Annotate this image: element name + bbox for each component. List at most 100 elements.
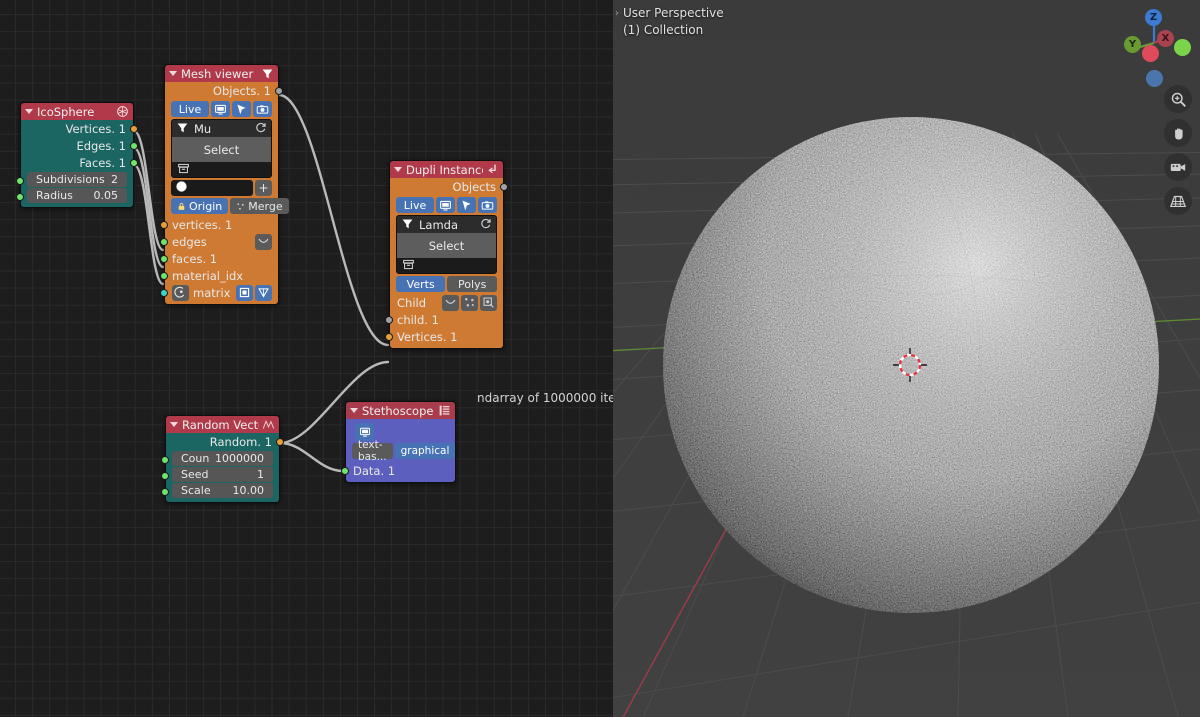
socket-dot[interactable]	[130, 124, 138, 133]
node-editor[interactable]: IcoSphere Vertices. 1 Edges. 1 Faces. 1	[0, 0, 613, 717]
gizmo-axis-x[interactable]: X	[1157, 30, 1174, 47]
prop-seed[interactable]: Seed 1	[172, 467, 273, 482]
gizmo-axis-y[interactable]: Y	[1124, 36, 1141, 53]
add-material-button[interactable]: +	[255, 180, 272, 196]
matrix-icon[interactable]	[172, 284, 189, 301]
socket-dot[interactable]	[160, 254, 168, 263]
socket-dot[interactable]	[16, 177, 24, 185]
prop-scale[interactable]: Scale 10.00	[172, 483, 273, 498]
merge-button[interactable]: Merge	[230, 198, 289, 214]
node-stethoscope[interactable]: Stethoscope M... text-bas... graphical	[341, 401, 456, 483]
cursor-icon[interactable]	[232, 101, 251, 117]
socket-dot[interactable]	[130, 141, 138, 150]
socket-dot[interactable]	[341, 466, 349, 475]
node-random-vector[interactable]: Random Vector Random. 1 Coun 1000000	[161, 415, 284, 503]
scatter-icon[interactable]	[461, 294, 478, 311]
output-socket-row[interactable]: Objects. 1	[165, 82, 283, 99]
dropdown-footer[interactable]	[172, 162, 271, 177]
input-socket-row[interactable]: material_idx	[160, 267, 278, 284]
socket-dot[interactable]	[275, 86, 283, 95]
input-socket-row[interactable]: matrix	[160, 284, 278, 301]
node-header[interactable]: IcoSphere	[21, 103, 133, 120]
socket-dot[interactable]	[160, 288, 168, 297]
camera-icon[interactable]	[253, 101, 272, 117]
input-socket-row[interactable]: child. 1	[385, 311, 503, 328]
input-socket-row[interactable]: vertices. 1	[160, 216, 278, 233]
gizmo-axis-neg-z[interactable]	[1146, 70, 1163, 87]
monitor-icon[interactable]	[211, 101, 230, 117]
dropdown-header[interactable]: Lamda	[397, 216, 496, 233]
grid-icon[interactable]	[1164, 187, 1192, 215]
text-based-button[interactable]: text-bas...	[352, 439, 393, 463]
socket-dot[interactable]	[385, 315, 393, 324]
input-socket-row[interactable]: faces. 1	[160, 250, 278, 267]
socket-dot[interactable]	[161, 488, 169, 496]
prop-subdivisions[interactable]: Subdivisions 2	[27, 172, 127, 187]
live-button[interactable]: Live	[396, 197, 434, 213]
collapse-triangle-icon[interactable]	[170, 422, 178, 427]
triangle-icon[interactable]	[255, 284, 272, 301]
zoom-icon[interactable]	[1164, 85, 1192, 113]
collapse-triangle-icon[interactable]	[25, 109, 33, 114]
output-socket-row[interactable]: Random. 1	[166, 433, 284, 450]
monitor-icon[interactable]	[436, 197, 455, 213]
socket-dot[interactable]	[276, 437, 284, 446]
refresh-icon[interactable]	[479, 217, 492, 233]
node-header[interactable]: Random Vector	[166, 416, 279, 433]
origin-button[interactable]: Origin	[171, 198, 229, 214]
archive-icon[interactable]	[402, 258, 415, 274]
gizmo-axis-z[interactable]: Z	[1145, 9, 1162, 26]
output-socket-row[interactable]: Edges. 1	[21, 137, 138, 154]
graphical-button[interactable]: graphical	[394, 443, 456, 459]
curve-icon[interactable]	[442, 294, 459, 311]
output-socket-row[interactable]: Faces. 1	[21, 154, 138, 171]
socket-dot[interactable]	[130, 158, 138, 167]
cursor-icon[interactable]	[457, 197, 476, 213]
socket-dot[interactable]	[161, 456, 169, 464]
output-socket-row[interactable]: Vertices. 1	[21, 120, 138, 137]
node-header[interactable]: Mesh viewer	[165, 65, 278, 82]
verts-button[interactable]: Verts	[396, 276, 446, 292]
prop-count[interactable]: Coun 1000000	[172, 451, 273, 466]
socket-dot[interactable]	[160, 220, 168, 229]
pick-icon[interactable]	[480, 294, 497, 311]
archive-icon[interactable]	[177, 162, 190, 178]
node-header[interactable]: Stethoscope M...	[346, 402, 455, 419]
navigation-gizmo[interactable]: Z X Y	[1116, 5, 1192, 87]
dropdown-footer[interactable]	[397, 258, 496, 273]
node-dupli-instancer[interactable]: Dupli Instancer Objects Live	[385, 160, 508, 349]
3d-viewport[interactable]: › User Perspective (1) Collection Z X Y	[613, 0, 1200, 717]
select-button[interactable]: Select	[172, 137, 271, 162]
lamda-dropdown[interactable]: Lamda Select	[396, 215, 497, 274]
socket-dot[interactable]	[160, 271, 168, 280]
input-socket-row[interactable]: edges	[160, 233, 278, 250]
camera-icon[interactable]	[478, 197, 497, 213]
live-button[interactable]: Live	[171, 101, 209, 117]
object-dropdown[interactable]: Mu Select	[171, 119, 272, 178]
output-socket-row[interactable]: Objects	[390, 178, 508, 195]
socket-dot[interactable]	[385, 332, 393, 341]
input-socket-row[interactable]: Vertices. 1	[385, 328, 503, 345]
input-socket-row[interactable]: Data. 1	[341, 462, 455, 479]
node-mesh-viewer[interactable]: Mesh viewer Objects. 1 Live Mu Select + …	[160, 64, 289, 305]
hand-icon[interactable]	[1164, 119, 1192, 147]
node-header[interactable]: Dupli Instancer	[390, 161, 503, 178]
socket-dot[interactable]	[161, 472, 169, 480]
prop-radius[interactable]: Radius 0.05	[27, 188, 127, 203]
dropdown-header[interactable]: Mu	[172, 120, 271, 137]
material-field[interactable]	[171, 180, 253, 196]
refresh-icon[interactable]	[254, 121, 267, 137]
gizmo-axis-neg-x[interactable]	[1142, 45, 1159, 62]
socket-dot[interactable]	[16, 193, 24, 201]
select-button[interactable]: Select	[397, 233, 496, 258]
square-icon[interactable]	[236, 284, 253, 301]
collapse-triangle-icon[interactable]	[169, 71, 177, 76]
socket-dot[interactable]	[160, 237, 168, 246]
camera-icon[interactable]	[1164, 153, 1192, 181]
socket-dot[interactable]	[500, 182, 508, 191]
polys-button[interactable]: Polys	[447, 276, 498, 292]
node-icosphere[interactable]: IcoSphere Vertices. 1 Edges. 1 Faces. 1	[16, 102, 138, 208]
collapse-triangle-icon[interactable]	[350, 408, 358, 413]
curve-icon[interactable]	[255, 233, 272, 250]
gizmo-axis-neg-y[interactable]	[1174, 39, 1191, 56]
